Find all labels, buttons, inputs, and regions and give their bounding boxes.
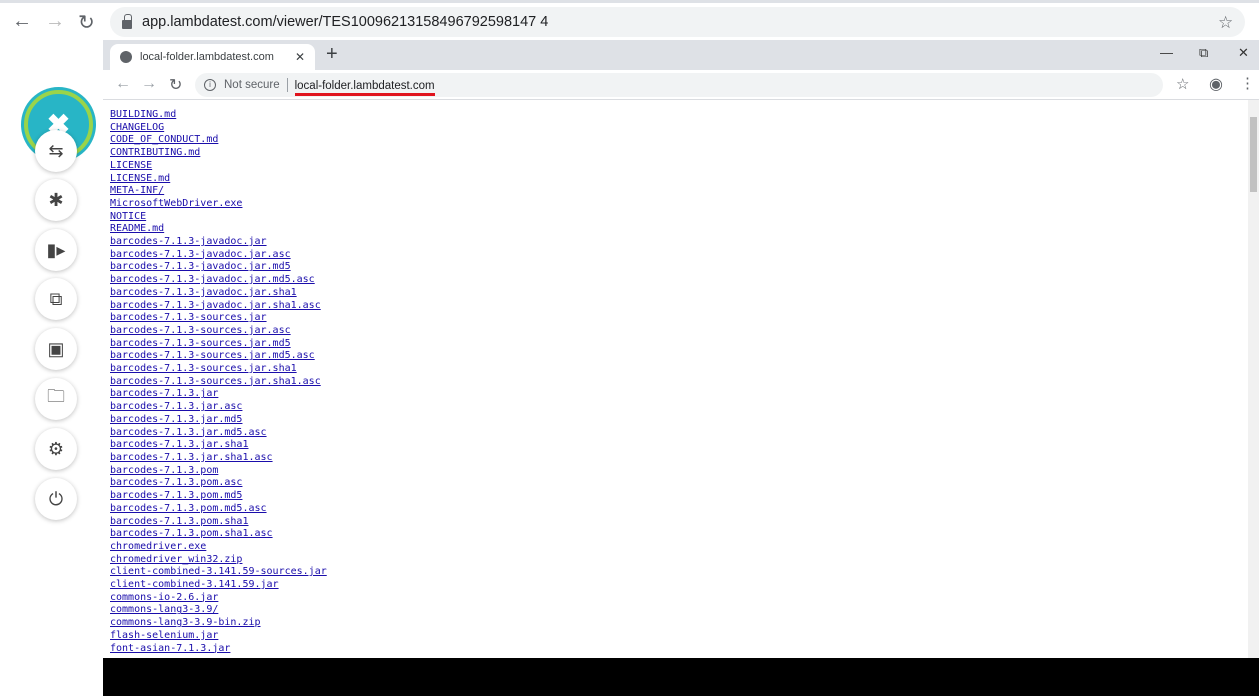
tab-local-folder[interactable]: local-folder.lambdatest.com ✕ bbox=[110, 44, 315, 70]
monitor-icon: ▣ bbox=[47, 338, 65, 359]
file-link[interactable]: flash-selenium.jar bbox=[110, 630, 218, 643]
file-link[interactable]: LICENSE.md bbox=[110, 173, 170, 186]
file-link[interactable]: CODE_OF_CONDUCT.md bbox=[110, 134, 218, 147]
forward-icon[interactable]: → bbox=[45, 10, 65, 33]
tab-close-icon[interactable]: ✕ bbox=[295, 50, 305, 64]
folder-icon: 🗀 bbox=[47, 386, 65, 406]
file-link[interactable]: barcodes-7.1.3.jar.md5 bbox=[110, 414, 242, 427]
window-close-button[interactable]: ✕ bbox=[1238, 45, 1249, 61]
inner-url: local-folder.lambdatest.com bbox=[294, 79, 435, 96]
file-link[interactable]: commons-io-2.6.jar bbox=[110, 592, 218, 605]
bug-icon: ✱ bbox=[48, 189, 64, 210]
file-link[interactable]: barcodes-7.1.3.jar.sha1.asc bbox=[110, 452, 273, 465]
resolution-button[interactable]: ▣ bbox=[35, 328, 77, 370]
file-link[interactable]: barcodes-7.1.3-javadoc.jar.md5 bbox=[110, 261, 291, 274]
inner-forward-icon[interactable]: → bbox=[141, 75, 157, 93]
scrollbar-thumb[interactable] bbox=[1250, 117, 1257, 192]
file-link[interactable]: barcodes-7.1.3.pom.sha1.asc bbox=[110, 528, 273, 541]
bookmark-star-icon[interactable]: ☆ bbox=[1218, 13, 1233, 33]
outer-address-bar[interactable]: app.lambdatest.com/viewer/TES10096213158… bbox=[110, 7, 1245, 37]
record-video-button[interactable]: ▮▸ bbox=[35, 229, 77, 271]
file-link[interactable]: NOTICE bbox=[110, 211, 146, 224]
file-link[interactable]: barcodes-7.1.3.pom.md5 bbox=[110, 490, 242, 503]
inner-address-bar[interactable]: i Not secure local-folder.lambdatest.com bbox=[195, 73, 1163, 97]
power-button[interactable]: ⏻ bbox=[35, 478, 77, 520]
video-icon: ▮▸ bbox=[46, 239, 66, 260]
file-link[interactable]: font-asian-7.1.3.jar bbox=[110, 643, 230, 656]
directory-listing: BUILDING.md CHANGELOG CODE_OF_CONDUCT.md CO… bbox=[103, 100, 1248, 658]
file-link[interactable]: META-INF/ bbox=[110, 185, 164, 198]
file-link[interactable]: barcodes-7.1.3-sources.jar.asc bbox=[110, 325, 291, 338]
file-link[interactable]: barcodes-7.1.3.jar.sha1 bbox=[110, 439, 248, 452]
tab-strip: local-folder.lambdatest.com ✕ + — ⧉ ✕ bbox=[103, 40, 1259, 70]
file-link[interactable]: commons-lang3-3.9/ bbox=[110, 604, 218, 617]
black-overlay-bar bbox=[103, 658, 1259, 696]
file-link[interactable]: barcodes-7.1.3.pom bbox=[110, 465, 218, 478]
file-link[interactable]: barcodes-7.1.3-sources.jar.sha1 bbox=[110, 363, 297, 376]
screenshot-button[interactable]: ⧉ bbox=[35, 278, 77, 320]
new-tab-button[interactable]: + bbox=[326, 43, 338, 66]
file-link[interactable]: barcodes-7.1.3.pom.md5.asc bbox=[110, 503, 267, 516]
debug-button[interactable]: ✱ bbox=[35, 179, 77, 221]
inner-reload-icon[interactable]: ↻ bbox=[169, 75, 182, 95]
profile-icon[interactable]: ◉ bbox=[1209, 74, 1223, 94]
file-link[interactable]: barcodes-7.1.3-sources.jar.sha1.asc bbox=[110, 376, 321, 389]
globe-icon bbox=[120, 51, 132, 63]
inner-back-icon[interactable]: ← bbox=[115, 75, 131, 93]
file-link[interactable]: barcodes-7.1.3.jar bbox=[110, 388, 218, 401]
file-link[interactable]: barcodes-7.1.3-javadoc.jar.md5.asc bbox=[110, 274, 315, 287]
outer-url: app.lambdatest.com/viewer/TES10096213158… bbox=[142, 14, 549, 30]
file-link[interactable]: barcodes-7.1.3.pom.sha1 bbox=[110, 516, 248, 529]
file-link[interactable]: client-combined-3.141.59-sources.jar bbox=[110, 566, 327, 579]
switch-button[interactable]: ⇆ bbox=[35, 130, 77, 172]
minimize-button[interactable]: — bbox=[1160, 45, 1173, 60]
file-link[interactable]: barcodes-7.1.3-javadoc.jar bbox=[110, 236, 267, 249]
inner-bookmark-icon[interactable]: ☆ bbox=[1176, 75, 1189, 93]
scrollbar[interactable] bbox=[1248, 100, 1259, 658]
file-link[interactable]: commons-lang3-3.9-bin.zip bbox=[110, 617, 261, 630]
lock-icon bbox=[122, 13, 132, 29]
file-link[interactable]: MicrosoftWebDriver.exe bbox=[110, 198, 242, 211]
inner-toolbar: ← → ↻ i Not secure local-folder.lambdate… bbox=[103, 70, 1259, 100]
remote-browser: local-folder.lambdatest.com ✕ + — ⧉ ✕ ← … bbox=[103, 40, 1259, 658]
file-link[interactable]: barcodes-7.1.3-javadoc.jar.sha1.asc bbox=[110, 300, 321, 313]
file-link[interactable]: barcodes-7.1.3-sources.jar.md5 bbox=[110, 338, 291, 351]
settings-button[interactable]: ⚙ bbox=[35, 428, 77, 470]
info-icon: i bbox=[204, 79, 216, 91]
file-link[interactable]: CONTRIBUTING.md bbox=[110, 147, 200, 160]
lambdatest-sidebar: ✖ ⇆ ✱ ▮▸ ⧉ ▣ 🗀 ⚙ ⏻ bbox=[0, 40, 103, 696]
file-link[interactable]: client-combined-3.141.59.jar bbox=[110, 579, 279, 592]
file-link[interactable]: barcodes-7.1.3-javadoc.jar.asc bbox=[110, 249, 291, 262]
file-link[interactable]: barcodes-7.1.3.pom.asc bbox=[110, 477, 242, 490]
file-link[interactable]: barcodes-7.1.3-sources.jar.md5.asc bbox=[110, 350, 315, 363]
back-icon[interactable]: ← bbox=[12, 10, 32, 33]
gear-icon: ⚙ bbox=[47, 438, 65, 459]
switch-icon: ⇆ bbox=[48, 140, 64, 161]
file-link[interactable]: CHANGELOG bbox=[110, 122, 164, 135]
file-link[interactable]: barcodes-7.1.3.jar.asc bbox=[110, 401, 242, 414]
tab-title: local-folder.lambdatest.com bbox=[140, 51, 274, 63]
file-link[interactable]: LICENSE bbox=[110, 160, 152, 173]
file-link[interactable]: BUILDING.md bbox=[110, 109, 176, 122]
file-link[interactable]: chromedriver_win32.zip bbox=[110, 554, 242, 567]
file-link[interactable]: barcodes-7.1.3-javadoc.jar.sha1 bbox=[110, 287, 297, 300]
power-icon: ⏻ bbox=[48, 488, 64, 509]
reload-icon[interactable]: ↻ bbox=[78, 10, 95, 35]
file-link[interactable]: barcodes-7.1.3-sources.jar bbox=[110, 312, 267, 325]
divider bbox=[286, 78, 288, 92]
outer-browser-toolbar: ← → ↻ app.lambdatest.com/viewer/TES10096… bbox=[0, 0, 1259, 40]
folder-button[interactable]: 🗀 bbox=[35, 378, 77, 420]
menu-icon[interactable]: ⋮ bbox=[1240, 74, 1255, 92]
gallery-icon: ⧉ bbox=[49, 288, 63, 309]
not-secure-label: Not secure bbox=[224, 79, 280, 91]
restore-button[interactable]: ⧉ bbox=[1199, 45, 1208, 61]
file-link[interactable]: barcodes-7.1.3.jar.md5.asc bbox=[110, 427, 267, 440]
file-link[interactable]: chromedriver.exe bbox=[110, 541, 206, 554]
file-link[interactable]: README.md bbox=[110, 223, 164, 236]
